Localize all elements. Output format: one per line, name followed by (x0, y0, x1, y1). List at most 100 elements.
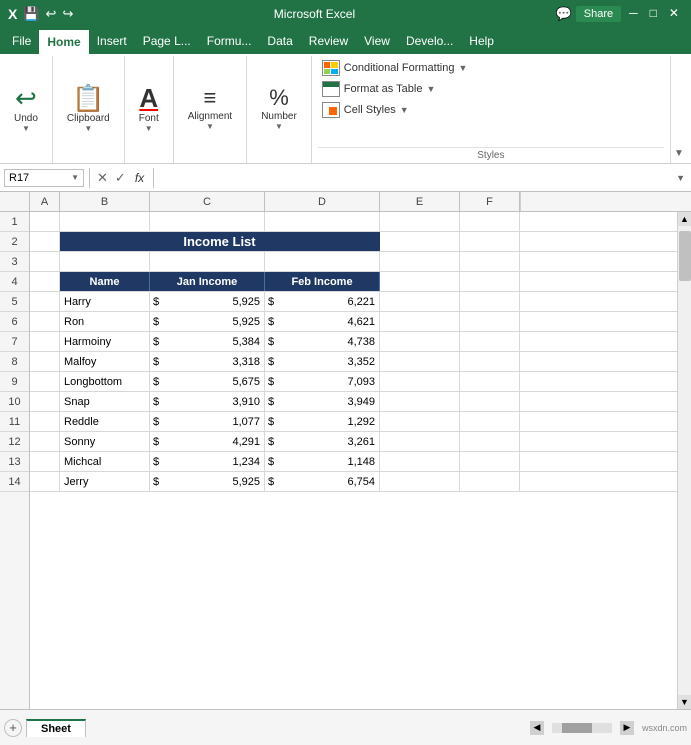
cell-A13[interactable] (30, 452, 60, 471)
cell-E1[interactable] (380, 212, 460, 231)
cancel-formula-icon[interactable]: ✕ (95, 170, 110, 186)
number-dropdown-icon[interactable]: ▼ (275, 122, 283, 131)
menu-home[interactable]: Home (39, 28, 88, 54)
cell-D5-dollar[interactable]: $ (265, 292, 285, 311)
cell-B11-name[interactable]: Reddle (60, 412, 150, 431)
cell-C6-dollar[interactable]: $ (150, 312, 170, 331)
cell-B10-name[interactable]: Snap (60, 392, 150, 411)
cell-F12[interactable] (460, 432, 520, 451)
cell-E7[interactable] (380, 332, 460, 351)
cell-C11-amount[interactable]: 1,077 (170, 412, 265, 431)
cell-D13-amount[interactable]: 1,148 (285, 452, 380, 471)
cell-D9-amount[interactable]: 7,093 (285, 372, 380, 391)
col-header-A[interactable]: A (30, 192, 60, 211)
cell-E2[interactable] (380, 232, 460, 251)
hscroll-left-button[interactable]: ◀ (530, 721, 544, 735)
cell-E5[interactable] (380, 292, 460, 311)
cell-styles-button[interactable]: Cell Styles ▼ (318, 100, 664, 120)
quick-access-undo[interactable]: ↩ (46, 6, 57, 22)
cell-C8-amount[interactable]: 3,318 (170, 352, 265, 371)
cell-C9-amount[interactable]: 5,675 (170, 372, 265, 391)
cell-F10[interactable] (460, 392, 520, 411)
cell-C5-dollar[interactable]: $ (150, 292, 170, 311)
menu-formulas[interactable]: Formu... (199, 28, 260, 54)
cell-F3[interactable] (460, 252, 520, 271)
menu-developer[interactable]: Develo... (398, 28, 461, 54)
cell-D4-header[interactable]: Feb Income (265, 272, 380, 291)
vertical-scrollbar[interactable]: ▲ ▼ (677, 212, 691, 709)
cell-B9-name[interactable]: Longbottom (60, 372, 150, 391)
cell-C14-amount[interactable]: 5,925 (170, 472, 265, 491)
cell-B4-header[interactable]: Name (60, 272, 150, 291)
row-header-12[interactable]: 12 (0, 432, 29, 452)
quick-access-redo[interactable]: ↪ (62, 6, 73, 22)
cell-D14-amount[interactable]: 6,754 (285, 472, 380, 491)
cell-C13-dollar[interactable]: $ (150, 452, 170, 471)
cell-A8[interactable] (30, 352, 60, 371)
cell-B3[interactable] (60, 252, 150, 271)
cell-D13-dollar[interactable]: $ (265, 452, 285, 471)
cell-E8[interactable] (380, 352, 460, 371)
cell-D8-amount[interactable]: 3,352 (285, 352, 380, 371)
cell-B2-title[interactable]: Income List (60, 232, 380, 251)
cell-D11-dollar[interactable]: $ (265, 412, 285, 431)
col-header-C[interactable]: C (150, 192, 265, 211)
menu-file[interactable]: File (4, 28, 39, 54)
cell-D5-amount[interactable]: 6,221 (285, 292, 380, 311)
cell-D9-dollar[interactable]: $ (265, 372, 285, 391)
cell-A4[interactable] (30, 272, 60, 291)
cell-C6-amount[interactable]: 5,925 (170, 312, 265, 331)
confirm-formula-icon[interactable]: ✓ (113, 170, 128, 186)
add-sheet-button[interactable]: + (4, 719, 22, 737)
cell-C10-dollar[interactable]: $ (150, 392, 170, 411)
cell-C5-amount[interactable]: 5,925 (170, 292, 265, 311)
cell-D6-amount[interactable]: 4,621 (285, 312, 380, 331)
cell-C7-dollar[interactable]: $ (150, 332, 170, 351)
col-header-F[interactable]: F (460, 192, 520, 211)
alignment-button[interactable]: ≡ Alignment ▼ (182, 83, 238, 135)
row-header-1[interactable]: 1 (0, 212, 29, 232)
menu-view[interactable]: View (356, 28, 398, 54)
cell-F6[interactable] (460, 312, 520, 331)
ribbon-expand-chevron[interactable]: ▼ (671, 56, 687, 163)
formula-expand-icon[interactable]: ▼ (674, 173, 687, 183)
cell-A9[interactable] (30, 372, 60, 391)
cell-F4[interactable] (460, 272, 520, 291)
minimize-button[interactable]: ─ (625, 6, 642, 22)
cell-B5-name[interactable]: Harry (60, 292, 150, 311)
name-box-dropdown-icon[interactable]: ▼ (71, 173, 79, 182)
menu-review[interactable]: Review (301, 28, 356, 54)
cell-D1[interactable] (265, 212, 380, 231)
cell-E4[interactable] (380, 272, 460, 291)
col-header-E[interactable]: E (380, 192, 460, 211)
menu-data[interactable]: Data (259, 28, 300, 54)
clipboard-button[interactable]: 📋 Clipboard ▼ (61, 81, 116, 137)
cell-D10-dollar[interactable]: $ (265, 392, 285, 411)
cell-E3[interactable] (380, 252, 460, 271)
cell-B6-name[interactable]: Ron (60, 312, 150, 331)
cell-D7-dollar[interactable]: $ (265, 332, 285, 351)
cell-E14[interactable] (380, 472, 460, 491)
cell-D10-amount[interactable]: 3,949 (285, 392, 380, 411)
undo-dropdown-icon[interactable]: ▼ (22, 124, 30, 133)
cell-A1[interactable] (30, 212, 60, 231)
vscroll-up-button[interactable]: ▲ (678, 212, 691, 226)
cell-C12-dollar[interactable]: $ (150, 432, 170, 451)
cell-F13[interactable] (460, 452, 520, 471)
cell-C8-dollar[interactable]: $ (150, 352, 170, 371)
number-button[interactable]: % Number ▼ (255, 83, 303, 135)
cell-F14[interactable] (460, 472, 520, 491)
row-header-8[interactable]: 8 (0, 352, 29, 372)
cell-C11-dollar[interactable]: $ (150, 412, 170, 431)
cell-D8-dollar[interactable]: $ (265, 352, 285, 371)
cell-F1[interactable] (460, 212, 520, 231)
cell-D12-amount[interactable]: 3,261 (285, 432, 380, 451)
cell-C9-dollar[interactable]: $ (150, 372, 170, 391)
row-header-9[interactable]: 9 (0, 372, 29, 392)
cell-D6-dollar[interactable]: $ (265, 312, 285, 331)
share-button[interactable]: Share (576, 6, 621, 22)
cell-E12[interactable] (380, 432, 460, 451)
row-header-7[interactable]: 7 (0, 332, 29, 352)
cell-B7-name[interactable]: Harmoiny (60, 332, 150, 351)
alignment-dropdown-icon[interactable]: ▼ (206, 122, 214, 131)
